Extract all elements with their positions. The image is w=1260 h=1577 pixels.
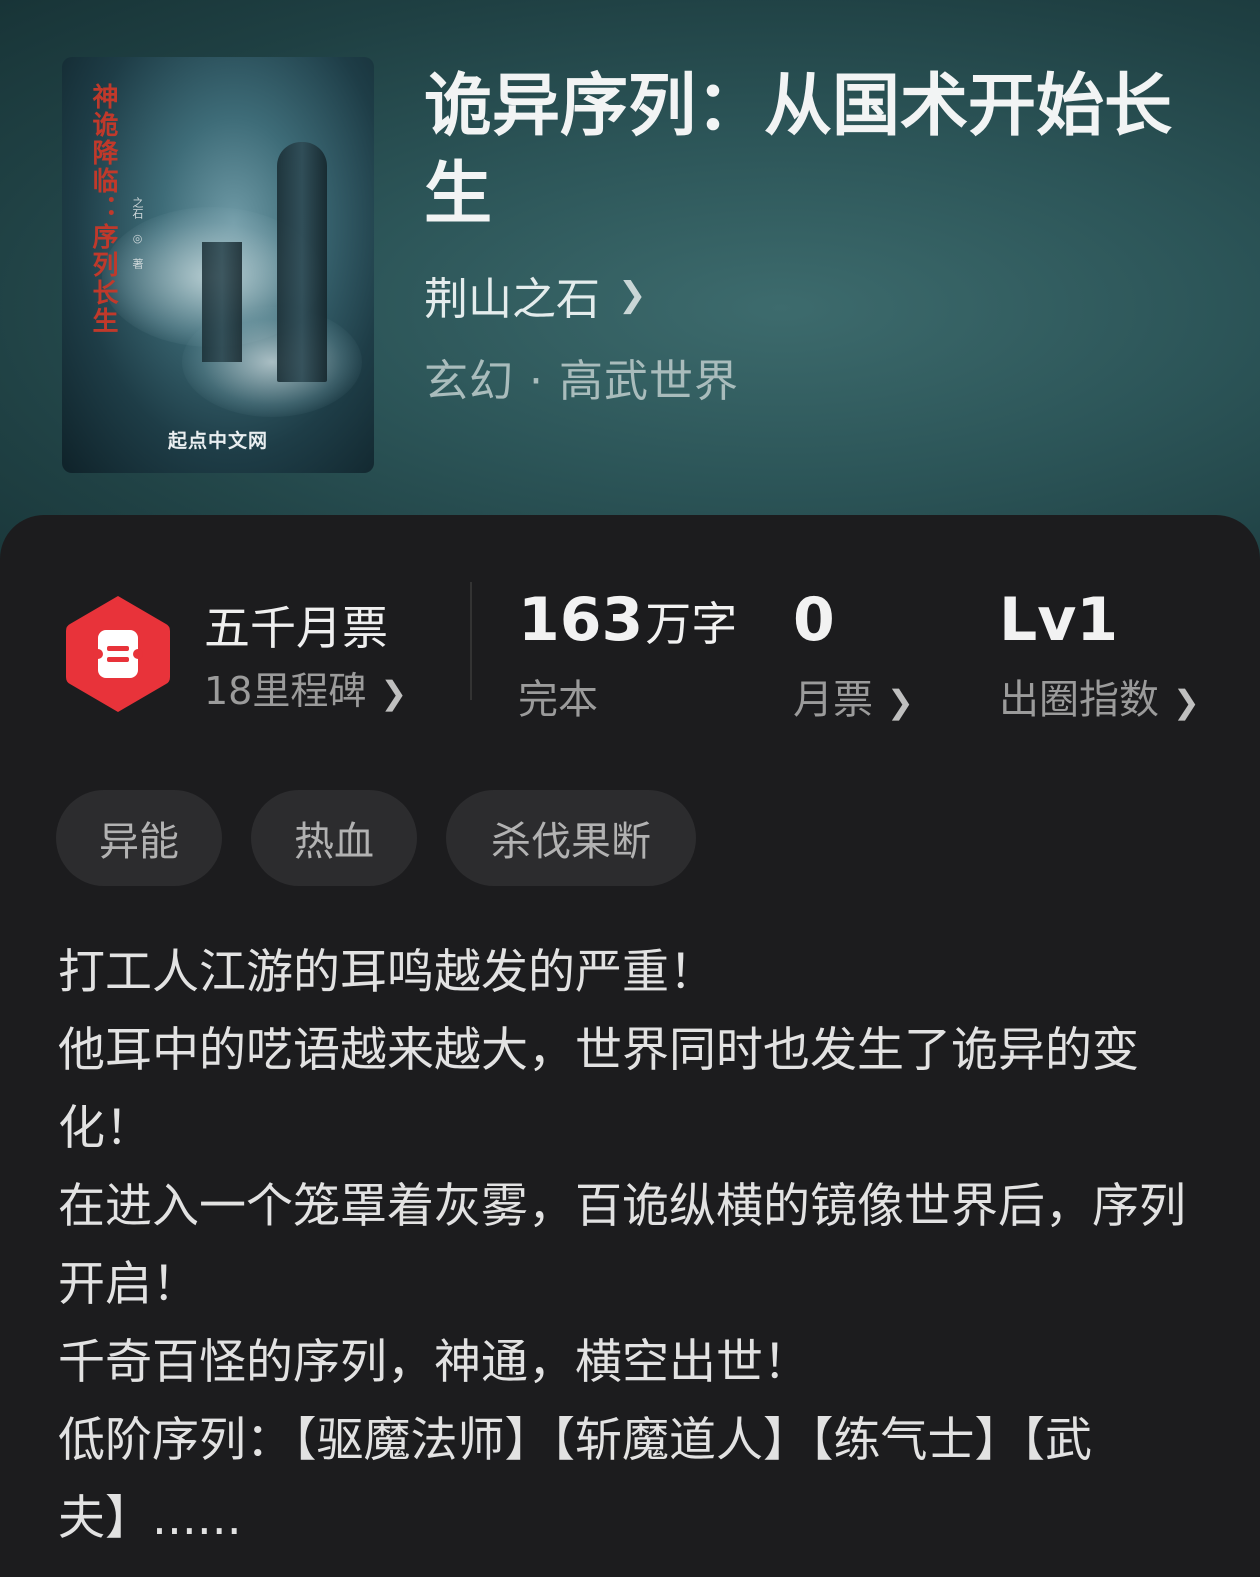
tag-chip[interactable]: 热血 (251, 790, 417, 886)
milestone-sub: 18里程碑 (204, 669, 367, 713)
cover-brand: 起点中文网 (167, 430, 268, 452)
ticket-hexagon-icon (66, 596, 170, 712)
genre-label: 玄幻 · 高武世界 (424, 356, 739, 407)
popularity-value: Lv1 (999, 585, 1119, 655)
chevron-right-icon: ❯ (380, 674, 408, 712)
author-name: 荆山之石 (424, 274, 600, 325)
cover-title: 神诡降临：序列长生 (88, 83, 118, 335)
popularity-label: 出圈指数 (999, 677, 1159, 723)
description-line: 他耳中的呓语越来越大，世界同时也发生了诡异的变化！ (58, 1023, 1139, 1156)
tag-chip[interactable]: 异能 (56, 790, 222, 886)
word-count-value: 163 (518, 585, 644, 655)
word-count-unit: 万字 (645, 597, 738, 651)
cover-tower (202, 242, 242, 362)
book-cover[interactable]: 神诡降临：序列长生 之石 ◎ 著 起点中文网 (62, 57, 374, 473)
word-count: 163万字 (518, 585, 737, 655)
completion-status: 完本 (518, 677, 598, 723)
monthly-tickets-link[interactable]: 月票 ❯ (793, 667, 914, 725)
description-line: 打工人江游的耳鸣越发的严重！ (58, 945, 716, 1000)
monthly-tickets-value: 0 (793, 585, 835, 655)
author-link[interactable]: 荆山之石 ❯ (424, 263, 647, 327)
book-title: 诡异序列：从国术开始长生 (424, 66, 1173, 234)
description-line: 在进入一个笼罩着灰雾，百诡纵横的镜像世界后，序列开启！ (58, 1179, 1186, 1312)
cover-tower (277, 142, 327, 382)
chevron-right-icon: ❯ (618, 275, 647, 315)
tag-chip[interactable]: 杀伐果断 (446, 790, 696, 886)
monthly-tickets-label: 月票 (793, 677, 873, 723)
description-line: 千奇百怪的序列，神通，横空出世！ (58, 1335, 810, 1390)
description-line: 低阶序列：【驱魔法师】【斩魔道人】【练气士】【武夫】...... (58, 1413, 1092, 1546)
popularity-link[interactable]: 出圈指数 ❯ (999, 667, 1200, 725)
cover-author: 之石 ◎ 著 (131, 197, 144, 269)
milestone-link[interactable]: 18里程碑 ❯ (204, 660, 407, 715)
milestone-title: 五千月票 (204, 601, 388, 655)
stats-divider (470, 582, 472, 700)
chevron-right-icon: ❯ (1173, 683, 1200, 721)
book-description[interactable]: 打工人江游的耳鸣越发的严重！ 他耳中的呓语越来越大，世界同时也发生了诡异的变化！… (58, 934, 1208, 1558)
chevron-right-icon: ❯ (887, 683, 914, 721)
